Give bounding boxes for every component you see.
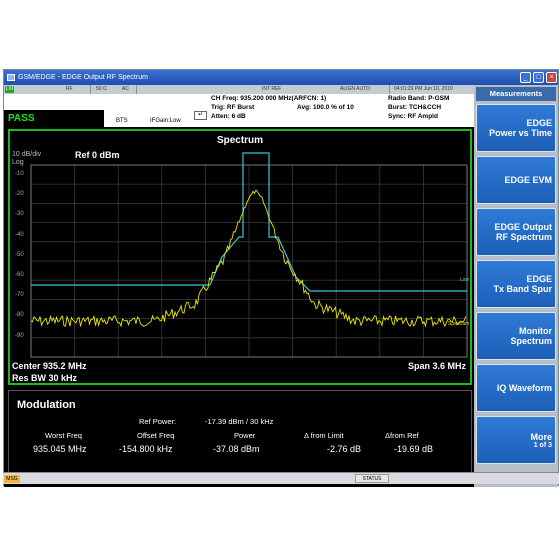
softkey-label: More bbox=[530, 431, 552, 442]
softkey-monitor-spectrum[interactable]: Monitor Spectrum bbox=[476, 312, 556, 360]
value-offset-freq: -154.800 kHz bbox=[119, 444, 173, 454]
minimize-button[interactable]: _ bbox=[520, 72, 531, 83]
status-row: LXI RF 50 Ω AC INT REF ALIGN AUTO 04:01:… bbox=[4, 85, 474, 94]
divider bbox=[389, 85, 390, 94]
lxi-indicator: LXI bbox=[5, 86, 14, 93]
softkey-label: EDGE EVM bbox=[504, 175, 552, 185]
clock-readout: 04:01:29 PM Jun 10, 2010 bbox=[394, 86, 453, 92]
burst-readout: Burst: TCH&CCH bbox=[388, 104, 442, 111]
softkey-label: Power vs Time bbox=[489, 128, 552, 138]
atten-readout: Atten: 6 dB bbox=[211, 113, 246, 120]
modulation-results-panel: Modulation Ref Power: -17.39 dBm / 30 kH… bbox=[8, 390, 472, 482]
softkey-label: EDGE bbox=[526, 118, 552, 128]
divider bbox=[136, 85, 137, 94]
softkey-label: 1 of 3 bbox=[533, 441, 552, 449]
ref-power-label: Ref Power: bbox=[139, 417, 177, 426]
span-readout: Span 3.6 MHz bbox=[407, 361, 466, 371]
softkey-label: RF Spectrum bbox=[495, 232, 552, 242]
sync-readout: Sync: RF Ampld bbox=[388, 113, 438, 120]
coupling-label: AC bbox=[122, 86, 129, 92]
trigger-ref-label: INT REF bbox=[262, 86, 282, 92]
impedance-label: 50 Ω bbox=[96, 86, 107, 92]
spectrum-plot: Spectrum 10 dB/div Log Ref 0 dBm -10 -20-… bbox=[8, 129, 472, 385]
softkey-label: IQ Waveform bbox=[496, 383, 552, 393]
bottom-status-bar: MSG STATUS bbox=[3, 472, 559, 484]
limit-line-label: Line bbox=[460, 277, 470, 283]
softkey-iq-waveform[interactable]: IQ Waveform bbox=[476, 364, 556, 412]
spectrum-graph bbox=[30, 152, 468, 358]
header-offset-freq: Offset Freq bbox=[137, 431, 175, 440]
ifgain-label: IFGain:Low bbox=[150, 118, 181, 124]
align-label: ALIGN AUTO bbox=[340, 86, 370, 92]
header-delta-limit: Δ from Limit bbox=[304, 431, 344, 440]
softkey-edge-power-vs-time[interactable]: EDGE Power vs Time bbox=[476, 104, 556, 152]
analyzer-window: GSM/EDGE - EDGE Output RF Spectrum _ □ ×… bbox=[3, 69, 559, 487]
softkey-label: Monitor bbox=[519, 326, 552, 336]
header-worst-freq: Worst Freq bbox=[45, 431, 82, 440]
restore-button[interactable]: □ bbox=[533, 72, 544, 83]
softkey-header: Measurements bbox=[476, 87, 556, 101]
msg-indicator[interactable]: MSG bbox=[4, 475, 20, 483]
header-power: Power bbox=[234, 431, 256, 440]
app-icon bbox=[7, 74, 15, 81]
divider bbox=[90, 85, 91, 94]
avg-readout: Avg: 100.0 % of 10 bbox=[297, 104, 354, 111]
bts-label: BTS bbox=[116, 118, 128, 124]
softkey-panel: Measurements EDGE Power vs Time EDGE EVM… bbox=[474, 85, 558, 487]
softkey-label: EDGE Output bbox=[494, 222, 553, 232]
modulation-title: Modulation bbox=[17, 399, 76, 411]
radio-band-readout: Radio Band: P-GSM bbox=[388, 95, 450, 102]
value-delta-ref: -19.69 dB bbox=[394, 444, 434, 454]
softkey-more[interactable]: More 1 of 3 bbox=[476, 416, 556, 464]
window-title: GSM/EDGE - EDGE Output RF Spectrum bbox=[18, 74, 148, 81]
softkey-edge-output-rf-spectrum[interactable]: EDGE Output RF Spectrum bbox=[476, 208, 556, 256]
softkey-label: Spectrum bbox=[510, 336, 552, 346]
spectrum-trace-label: Spectrum bbox=[448, 321, 470, 327]
softkey-edge-evm[interactable]: EDGE EVM bbox=[476, 156, 556, 204]
status-button[interactable]: STATUS bbox=[355, 474, 389, 483]
trigger-icon: ↵ bbox=[194, 111, 207, 120]
main-display: LXI RF 50 Ω AC INT REF ALIGN AUTO 04:01:… bbox=[4, 85, 474, 487]
header-delta-ref: Δfrom Ref bbox=[385, 431, 419, 440]
trig-readout: Trig: RF Burst bbox=[211, 104, 255, 111]
softkey-label: EDGE bbox=[526, 274, 552, 284]
softkey-label: Tx Band Spur bbox=[493, 284, 552, 294]
value-worst-freq: 935.045 MHz bbox=[33, 444, 87, 454]
center-frequency: Center 935.2 MHz bbox=[12, 361, 87, 371]
value-delta-limit: -2.76 dB bbox=[327, 444, 362, 454]
softkey-edge-tx-band-spur[interactable]: EDGE Tx Band Spur bbox=[476, 260, 556, 308]
rf-input-label: RF bbox=[66, 86, 73, 92]
ch-freq-readout: CH Freq: 935.200 000 MHz(ARFCN: 1) bbox=[211, 95, 327, 102]
res-bw: Res BW 30 kHz bbox=[12, 373, 78, 383]
title-bar: GSM/EDGE - EDGE Output RF Spectrum _ □ × bbox=[4, 70, 558, 85]
plot-grid bbox=[30, 164, 468, 358]
close-button[interactable]: × bbox=[546, 72, 557, 83]
ref-power-value: -17.39 dBm / 30 kHz bbox=[205, 417, 274, 426]
value-power: -37.08 dBm bbox=[213, 444, 260, 454]
spectrum-trace bbox=[30, 189, 467, 328]
pass-indicator: PASS bbox=[4, 110, 104, 127]
measurement-info-panel: PASS BTS IFGain:Low ↵ CH Freq: 935.200 0… bbox=[4, 94, 474, 127]
